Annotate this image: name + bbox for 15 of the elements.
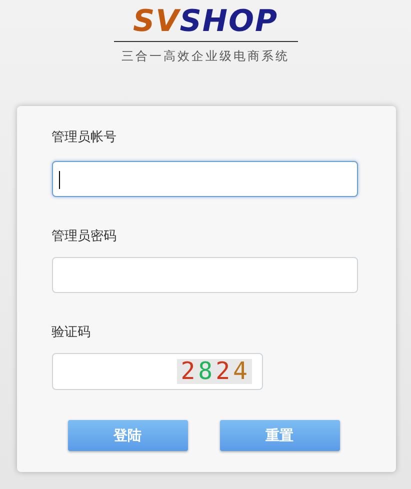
captcha-image[interactable]: 2 8 2 4 xyxy=(176,359,252,384)
captcha-digit: 8 xyxy=(198,359,213,384)
field-label: 管理员密码 xyxy=(52,228,116,246)
field-label: 管理员帐号 xyxy=(52,129,116,147)
input-field[interactable] xyxy=(52,161,358,197)
button[interactable]: 登陆 xyxy=(68,420,188,451)
captcha-digit: 4 xyxy=(233,359,248,384)
logo: SVSHOP xyxy=(132,6,278,38)
captcha-field[interactable]: 2 8 2 4 xyxy=(52,353,262,390)
button[interactable]: 重置 xyxy=(220,420,340,451)
input-field[interactable] xyxy=(52,257,358,293)
captcha-digit: 2 xyxy=(180,359,196,384)
tagline: 三合一高效企业级电商系统 xyxy=(122,48,290,65)
field-label: 验证码 xyxy=(52,324,90,342)
captcha-digit: 2 xyxy=(216,359,230,384)
